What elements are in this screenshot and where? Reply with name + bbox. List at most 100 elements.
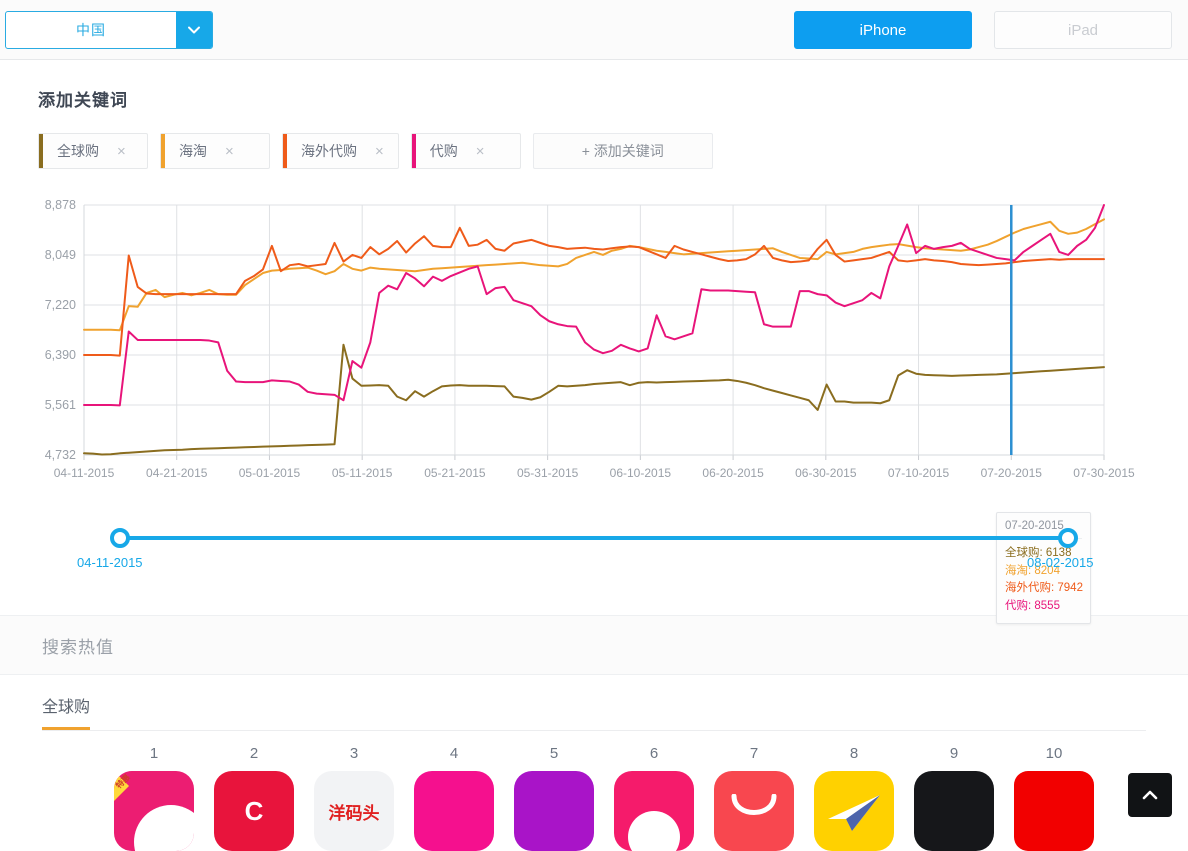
x-axis-tick-label: 05-31-2015 — [517, 466, 579, 480]
keywords-title: 添加关键词 — [38, 91, 128, 110]
app-icon-glyph: C — [244, 795, 264, 826]
add-keyword-button[interactable]: + 添加关键词 — [532, 133, 713, 169]
slider-track[interactable] — [120, 536, 1068, 540]
app-rank-number: 5 — [549, 745, 559, 762]
app-rank-cell[interactable]: 8 — [804, 745, 904, 851]
app-rank-cell[interactable]: 1 特惠 — [104, 745, 204, 851]
x-axis-tick-label: 07-20-2015 — [981, 466, 1043, 480]
chevron-up-icon — [1142, 790, 1158, 800]
x-axis-tick-label: 05-01-2015 — [239, 466, 301, 480]
app-icon-3[interactable]: 洋码头 — [314, 771, 394, 851]
x-axis-tick-label: 06-30-2015 — [795, 466, 857, 480]
app-icon-shape — [134, 805, 194, 851]
trend-chart-svg: 8,878 8,049 7,220 6,390 5,561 4,732 04-11-2015… — [45, 199, 1135, 480]
device-toggle: iPhone iPad — [794, 11, 1172, 49]
tab-quanqiugou[interactable]: 全球购 — [42, 693, 91, 730]
app-rank-number: 6 — [649, 745, 659, 762]
slider-handle-start[interactable] — [110, 528, 130, 548]
x-axis-tick-label: 06-20-2015 — [702, 466, 764, 480]
app-icon-shape — [628, 811, 680, 851]
app-ranking-row: 1 特惠 2 C 3 洋码头 4 5 6 7 8 9 10 — [104, 745, 1188, 851]
hot-value-title: 搜索热值 — [42, 637, 114, 657]
app-icon-6[interactable] — [614, 771, 694, 851]
y-axis-tick-label: 6,390 — [45, 348, 76, 362]
keyword-tag-label: 海淘 — [179, 143, 207, 159]
x-axis-tick-label: 06-10-2015 — [610, 466, 672, 480]
app-rank-number: 7 — [749, 745, 759, 762]
device-tab-iphone[interactable]: iPhone — [794, 11, 972, 49]
app-icon-10[interactable] — [1014, 771, 1094, 851]
paper-plane-icon — [828, 795, 880, 831]
app-rank-number: 10 — [1045, 745, 1063, 762]
app-rank-number: 2 — [249, 745, 259, 762]
keyword-tag-list: 全球购 × 海淘 × 海外代购 × 代购 × + 添加关键词 — [38, 133, 1188, 169]
keyword-color-bar — [411, 134, 416, 168]
top-bar: 中国 iPhone iPad — [0, 0, 1188, 60]
keyword-tag[interactable]: 全球购 × — [38, 133, 148, 169]
shopping-bag-icon — [731, 794, 777, 815]
app-icon-9[interactable] — [914, 771, 994, 851]
app-rank-cell[interactable]: 5 — [504, 745, 604, 851]
slider-handle-end[interactable] — [1058, 528, 1078, 548]
tooltip-row: 代购: 8555 — [1005, 598, 1082, 616]
app-icon-7[interactable] — [714, 771, 794, 851]
app-icon-2[interactable]: C — [214, 771, 294, 851]
keyword-tag-label: 海外代购 — [301, 143, 357, 159]
y-axis-tick-label: 8,878 — [45, 199, 76, 212]
app-rank-cell[interactable]: 2 C — [204, 745, 304, 851]
tooltip-row-3: 代购: 8555 — [1005, 599, 1060, 612]
device-tab-ipad[interactable]: iPad — [994, 11, 1172, 49]
app-icon-8[interactable] — [814, 771, 894, 851]
y-axis-tick-label: 5,561 — [45, 398, 76, 412]
series-line-海淘 — [83, 218, 1105, 332]
app-rank-number: 3 — [349, 745, 359, 762]
country-select[interactable]: 中国 — [5, 11, 213, 49]
hot-value-band: 搜索热值 — [0, 615, 1188, 675]
back-to-top-button[interactable] — [1128, 773, 1172, 817]
keyword-tag[interactable]: 海外代购 × — [282, 133, 399, 169]
close-icon[interactable]: × — [225, 144, 234, 159]
y-axis-tick-label: 8,049 — [45, 248, 76, 262]
country-select-value: 中国 — [76, 22, 106, 38]
app-rank-cell[interactable]: 7 — [704, 745, 804, 851]
keyword-color-bar — [283, 134, 287, 168]
slider-end-date: 08-02-2015 — [1027, 555, 1094, 570]
x-axis-tick-label: 05-11-2015 — [332, 466, 393, 480]
slider-start-date: 04-11-2015 — [77, 555, 143, 570]
app-icon-1[interactable]: 特惠 — [114, 771, 194, 851]
close-icon[interactable]: × — [476, 144, 485, 159]
y-axis-tick-label: 4,732 — [45, 448, 76, 462]
chevron-down-icon[interactable] — [176, 12, 212, 48]
app-rank-cell[interactable]: 4 — [404, 745, 504, 851]
app-rank-cell[interactable]: 10 — [1004, 745, 1104, 851]
close-icon[interactable]: × — [375, 144, 384, 159]
app-rank-number: 9 — [949, 745, 959, 762]
app-rank-cell[interactable]: 9 — [904, 745, 1004, 851]
app-icon-5[interactable] — [514, 771, 594, 851]
series-line-全球购 — [83, 343, 1105, 456]
x-axis-tick-label: 07-30-2015 — [1073, 466, 1135, 480]
keyword-color-bar — [161, 134, 165, 168]
x-axis-tick-label: 05-21-2015 — [424, 466, 486, 480]
app-rank-cell[interactable]: 3 洋码头 — [304, 745, 404, 851]
keyword-tabs: 全球购 — [42, 693, 1146, 731]
keyword-tag-label: 全球购 — [57, 143, 99, 159]
app-icon-glyph: 洋码头 — [328, 803, 380, 823]
close-icon[interactable]: × — [117, 144, 126, 159]
y-axis-tick-label: 7,220 — [45, 298, 76, 312]
app-rank-number: 1 — [149, 745, 159, 762]
app-rank-cell[interactable]: 6 — [604, 745, 704, 851]
app-rank-number: 8 — [849, 745, 859, 762]
x-axis-tick-label: 04-11-2015 — [54, 466, 115, 480]
app-rank-number: 4 — [449, 745, 459, 762]
trend-chart: 8,878 8,049 7,220 6,390 5,561 4,732 04-11-2015… — [0, 199, 1188, 624]
keywords-section: 添加关键词 全球购 × 海淘 × 海外代购 × 代购 × + 添加关键词 — [0, 60, 1188, 169]
date-range-slider[interactable]: 04-11-2015 08-02-2015 — [0, 523, 1188, 593]
app-icon-4[interactable] — [414, 771, 494, 851]
keyword-tag[interactable]: 海淘 × — [160, 133, 270, 169]
keyword-tag[interactable]: 代购 × — [410, 133, 521, 169]
keyword-color-bar — [39, 134, 43, 168]
x-axis-tick-label: 04-21-2015 — [146, 466, 208, 480]
keyword-tag-label: 代购 — [429, 143, 458, 159]
x-axis-tick-label: 07-10-2015 — [888, 466, 950, 480]
